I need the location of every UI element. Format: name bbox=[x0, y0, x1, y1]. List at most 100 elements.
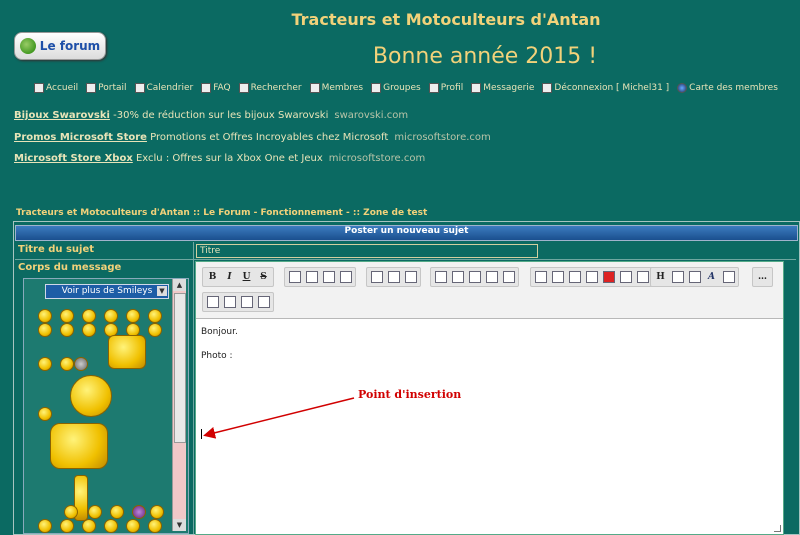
align-left-button[interactable] bbox=[287, 270, 302, 285]
font-family-button[interactable]: A bbox=[704, 270, 719, 285]
clear-format-button[interactable] bbox=[721, 270, 736, 285]
more-options-button[interactable]: … bbox=[755, 270, 770, 285]
bold-button[interactable]: B bbox=[205, 270, 220, 285]
smiley-icon[interactable] bbox=[104, 519, 118, 533]
quote-button[interactable] bbox=[433, 270, 448, 285]
nav-carte-membres[interactable]: Carte des membres bbox=[677, 83, 778, 93]
search-replace-button[interactable] bbox=[222, 295, 237, 310]
ad-link[interactable]: Bijoux Swarovski bbox=[14, 110, 110, 121]
smiley-more-select[interactable]: Voir plus de Smileys ▼ bbox=[45, 284, 169, 299]
smiley-icon[interactable] bbox=[82, 309, 96, 323]
youtube-button[interactable] bbox=[601, 270, 616, 285]
smiley-icon[interactable] bbox=[60, 357, 74, 371]
bullet-list-button[interactable] bbox=[369, 270, 384, 285]
smiley-icon[interactable] bbox=[60, 519, 74, 533]
message-body-label: Corps du message bbox=[18, 262, 122, 273]
subject-input[interactable]: Titre bbox=[196, 244, 538, 258]
messages-icon bbox=[471, 83, 482, 93]
smiley-icon[interactable] bbox=[50, 423, 108, 469]
smiley-icon[interactable] bbox=[132, 505, 146, 519]
smiley-icon[interactable] bbox=[88, 505, 102, 519]
smiley-icon[interactable] bbox=[108, 335, 146, 369]
smiley-icon[interactable] bbox=[126, 309, 140, 323]
smiley-icon[interactable] bbox=[126, 519, 140, 533]
numbered-list-button[interactable] bbox=[386, 270, 401, 285]
media-group bbox=[530, 267, 653, 287]
smiley-icon[interactable] bbox=[64, 505, 78, 519]
message-textarea[interactable]: Bonjour. Photo : Point d'insertion bbox=[196, 319, 783, 534]
smiley-icon[interactable] bbox=[60, 323, 74, 337]
smiley-icon[interactable] bbox=[38, 357, 52, 371]
resize-grip[interactable] bbox=[774, 525, 781, 532]
bullet-list-icon bbox=[370, 271, 383, 283]
image-button[interactable] bbox=[550, 270, 565, 285]
smiley-icon[interactable] bbox=[148, 519, 162, 533]
font-color-button[interactable] bbox=[687, 270, 702, 285]
smiley-icon[interactable] bbox=[38, 309, 52, 323]
horizontal-rule-button[interactable] bbox=[403, 270, 418, 285]
flash-button[interactable] bbox=[618, 270, 633, 285]
nav-rechercher[interactable]: Rechercher bbox=[238, 83, 302, 93]
edit-button[interactable] bbox=[501, 270, 516, 285]
message-editor: B I U S H A … Bonjour. Photo: Point d'i… bbox=[195, 261, 784, 535]
scroll-up-icon[interactable]: ▲ bbox=[173, 279, 186, 291]
text-style-group: H A bbox=[650, 267, 739, 287]
smiley-icon[interactable] bbox=[104, 309, 118, 323]
nav-messagerie[interactable]: Messagerie bbox=[471, 83, 534, 93]
nav-portail[interactable]: Portail bbox=[86, 83, 127, 93]
smiley-icon[interactable] bbox=[150, 505, 164, 519]
italic-button[interactable]: I bbox=[222, 270, 237, 285]
smiley-icon[interactable] bbox=[74, 357, 88, 371]
smiley-icon[interactable] bbox=[110, 505, 124, 519]
font-size-button[interactable] bbox=[670, 270, 685, 285]
smiley-icon[interactable] bbox=[38, 323, 52, 337]
chevron-down-icon: ▼ bbox=[157, 286, 167, 296]
spoiler-button[interactable] bbox=[467, 270, 482, 285]
image-host-icon bbox=[534, 271, 547, 283]
smiley-icon[interactable] bbox=[38, 519, 52, 533]
post-form-header: Poster un nouveau sujet bbox=[15, 225, 798, 241]
nav-profil[interactable]: Profil bbox=[428, 83, 463, 93]
video-button[interactable] bbox=[584, 270, 599, 285]
code-button[interactable] bbox=[450, 270, 465, 285]
paste-button[interactable] bbox=[239, 295, 254, 310]
scrollbar-thumb[interactable] bbox=[174, 293, 186, 443]
source-button[interactable] bbox=[256, 295, 271, 310]
smiley-icon[interactable] bbox=[38, 407, 52, 421]
forum-logo[interactable]: Le forum bbox=[14, 32, 106, 60]
heading-button[interactable]: H bbox=[653, 270, 668, 285]
align-right-button[interactable] bbox=[321, 270, 336, 285]
align-group bbox=[284, 267, 356, 287]
date-button[interactable] bbox=[205, 295, 220, 310]
members-icon bbox=[309, 83, 320, 93]
hide-button[interactable] bbox=[484, 270, 499, 285]
breadcrumb[interactable]: Tracteurs et Motoculteurs d'Antan :: Le … bbox=[16, 208, 427, 218]
nav-faq[interactable]: FAQ bbox=[201, 83, 231, 93]
ad-link[interactable]: Microsoft Store Xbox bbox=[14, 153, 133, 164]
smiley-icon[interactable] bbox=[60, 309, 74, 323]
nav-calendrier[interactable]: Calendrier bbox=[134, 83, 193, 93]
nav-deconnexion[interactable]: Déconnexion [ Michel31 ] bbox=[542, 83, 669, 93]
smiley-icon[interactable] bbox=[148, 323, 162, 337]
link-button[interactable] bbox=[567, 270, 582, 285]
ad-link[interactable]: Promos Microsoft Store bbox=[14, 132, 147, 143]
strikethrough-button[interactable]: S bbox=[256, 270, 271, 285]
flash-video-button[interactable] bbox=[635, 270, 650, 285]
smiley-icon[interactable] bbox=[70, 375, 112, 417]
image-host-button[interactable] bbox=[533, 270, 548, 285]
nav-groupes[interactable]: Groupes bbox=[371, 83, 421, 93]
underline-button[interactable]: U bbox=[239, 270, 254, 285]
row-divider bbox=[15, 259, 796, 260]
nav-accueil[interactable]: Accueil bbox=[34, 83, 78, 93]
justify-button[interactable] bbox=[338, 270, 353, 285]
help-icon bbox=[201, 83, 212, 93]
leaf-icon bbox=[19, 38, 36, 54]
smiley-scrollbar[interactable]: ▲ ▼ bbox=[172, 279, 186, 531]
nav-membres[interactable]: Membres bbox=[309, 83, 363, 93]
smiley-icon[interactable] bbox=[82, 323, 96, 337]
link-icon bbox=[568, 271, 581, 283]
smiley-icon[interactable] bbox=[82, 519, 96, 533]
scroll-down-icon[interactable]: ▼ bbox=[173, 519, 186, 531]
smiley-icon[interactable] bbox=[148, 309, 162, 323]
align-center-button[interactable] bbox=[304, 270, 319, 285]
